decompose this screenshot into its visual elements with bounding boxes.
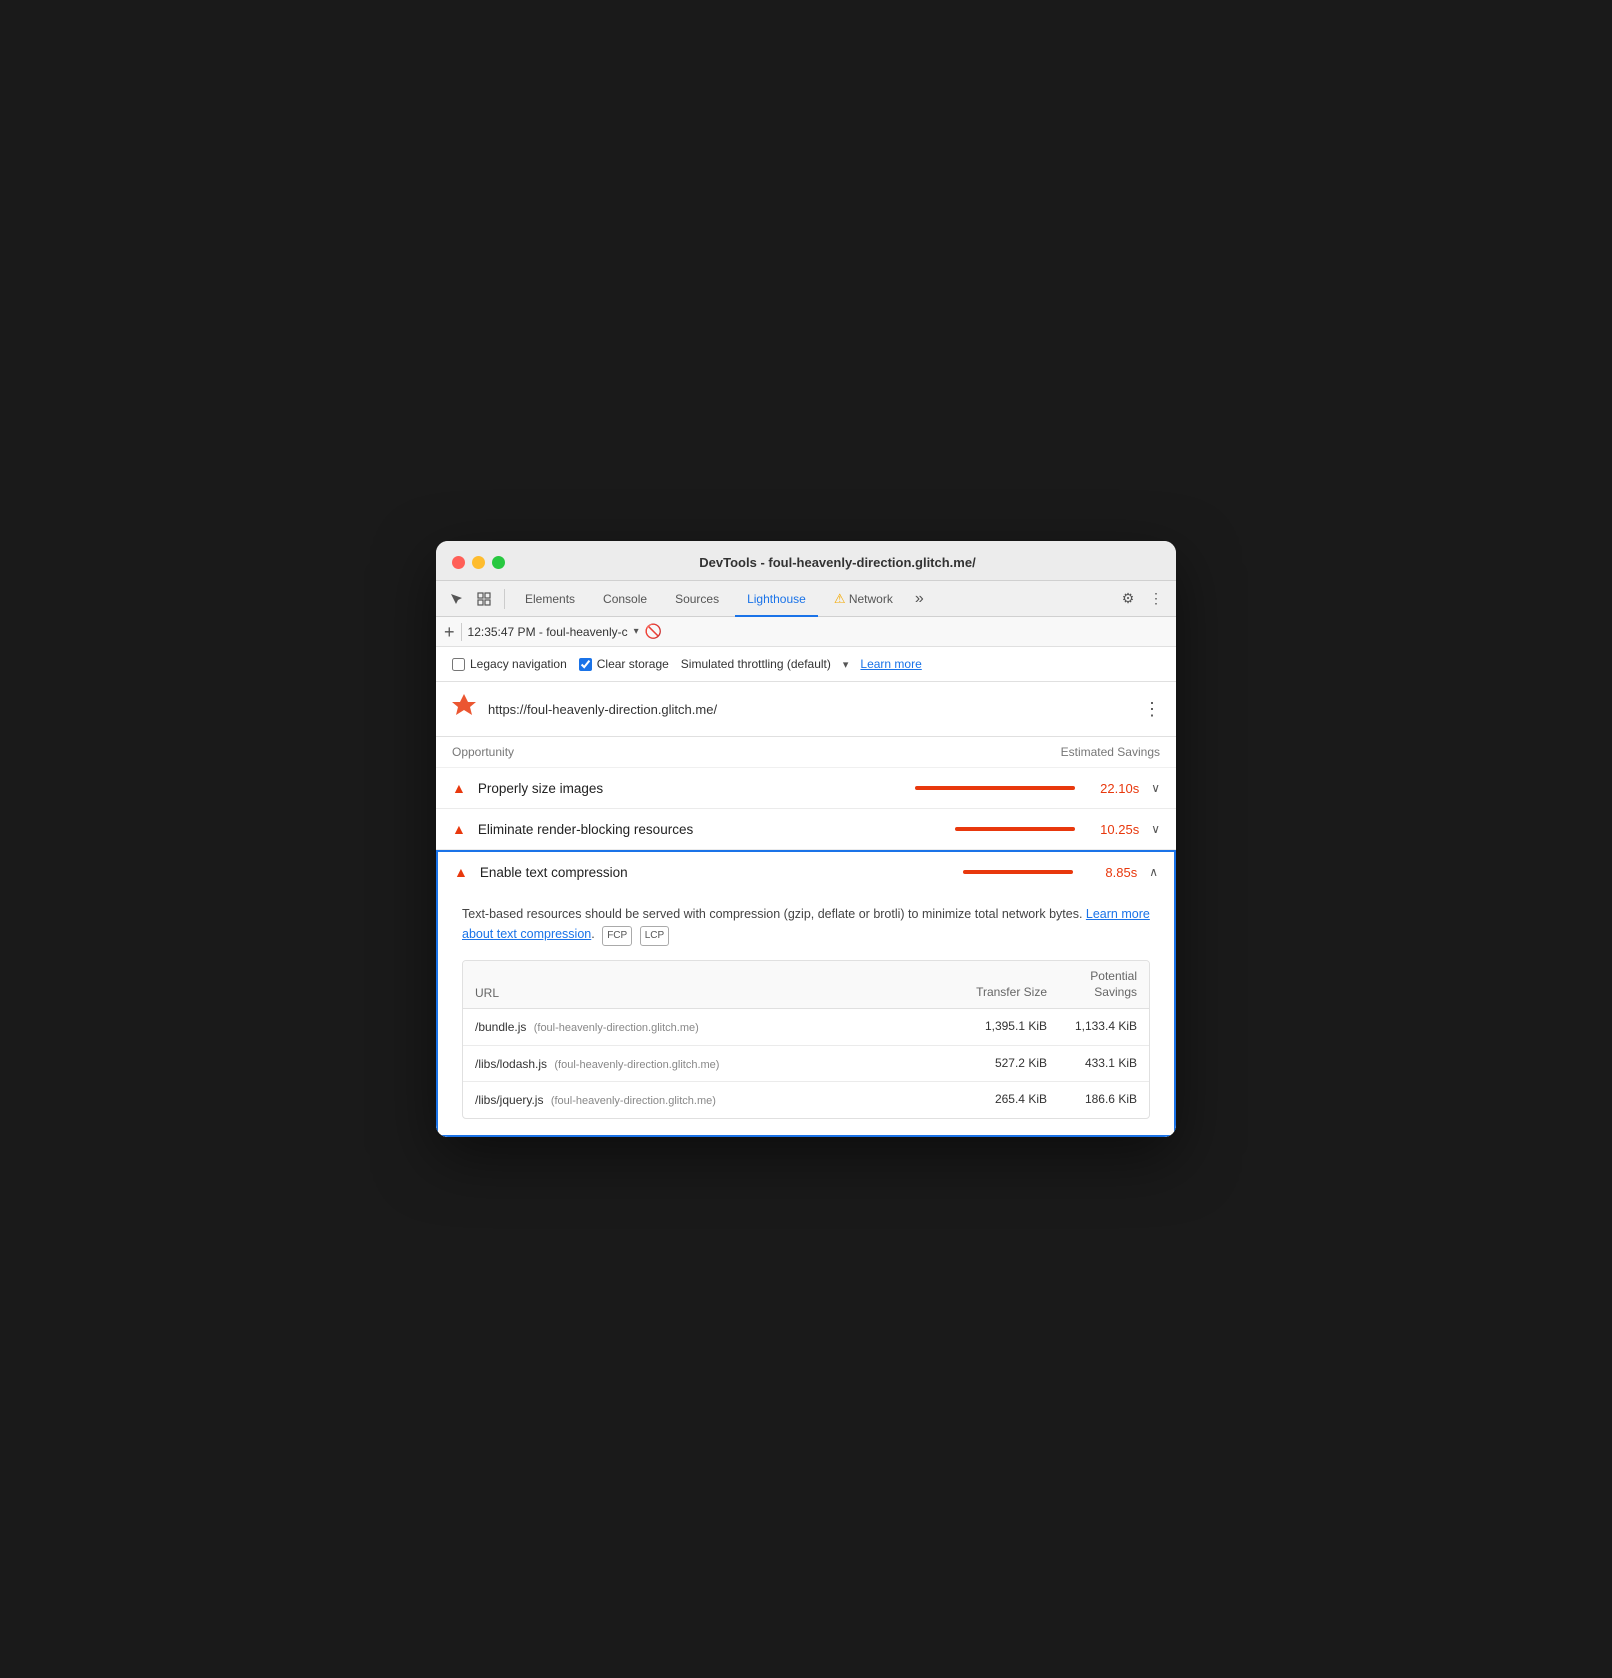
tab-network[interactable]: ⚠ Network — [822, 581, 905, 617]
opportunity-title-size-images: Properly size images — [478, 781, 903, 796]
tab-console[interactable]: Console — [591, 581, 659, 617]
opportunities-header: Opportunity Estimated Savings — [436, 737, 1176, 768]
throttling-dropdown-arrow[interactable]: ▾ — [843, 658, 849, 671]
window-title: DevTools - foul-heavenly-direction.glitc… — [515, 555, 1160, 570]
no-entry-icon[interactable]: 🚫 — [645, 623, 662, 640]
opportunity-row-text-compression[interactable]: ▲ Enable text compression 8.85s ∧ — [436, 850, 1176, 892]
clear-storage-label: Clear storage — [597, 657, 669, 671]
header-opportunity: Opportunity — [452, 745, 514, 759]
fcp-badge: FCP — [602, 926, 632, 946]
toolbar-divider-1 — [504, 589, 505, 609]
savings-bar-size-images — [915, 786, 1075, 790]
resources-table: URL Transfer Size Potential Savings /bun… — [462, 960, 1150, 1119]
col-savings-header: Potential Savings — [1047, 969, 1137, 1000]
row-path-lodash: /libs/lodash.js — [475, 1057, 547, 1071]
learn-more-link[interactable]: Learn more — [860, 657, 921, 671]
traffic-lights — [452, 556, 505, 569]
clear-storage-checkbox[interactable] — [579, 658, 592, 671]
row-transfer-jquery: 265.4 KiB — [957, 1092, 1047, 1108]
savings-value-size-images: 22.10s — [1087, 781, 1139, 796]
row-savings-jquery: 186.6 KiB — [1047, 1092, 1137, 1108]
red-bar-size-images — [915, 786, 1075, 790]
network-warning-icon: ⚠ — [834, 591, 846, 607]
row-transfer-lodash: 527.2 KiB — [957, 1056, 1047, 1072]
cursor-icon[interactable] — [444, 587, 468, 611]
opportunity-row-size-images[interactable]: ▲ Properly size images 22.10s ∨ — [436, 768, 1176, 809]
inspect-icon[interactable] — [472, 587, 496, 611]
minimize-button[interactable] — [472, 556, 485, 569]
lighthouse-toolbar: Legacy navigation Clear storage Simulate… — [436, 647, 1176, 682]
warning-icon-render-blocking: ▲ — [452, 821, 466, 837]
savings-value-text-compression: 8.85s — [1085, 865, 1137, 880]
toolbar-settings: ⚙ ⋮ — [1116, 587, 1168, 611]
row-savings-bundle: 1,133.4 KiB — [1047, 1019, 1137, 1035]
session-dropdown[interactable]: ▾ — [634, 626, 639, 637]
clear-storage-checkbox-container: Clear storage — [579, 657, 669, 671]
maximize-button[interactable] — [492, 556, 505, 569]
table-row: /libs/lodash.js (foul-heavenly-direction… — [463, 1046, 1149, 1083]
tab-sources[interactable]: Sources — [663, 581, 731, 617]
more-tabs-button[interactable]: » — [909, 590, 930, 608]
savings-value-render-blocking: 10.25s — [1087, 822, 1139, 837]
legacy-nav-checkbox[interactable] — [452, 658, 465, 671]
text-compression-expanded: Text-based resources should be served wi… — [436, 892, 1176, 1137]
text-compression-description: Text-based resources should be served wi… — [462, 904, 1150, 946]
table-header: URL Transfer Size Potential Savings — [463, 961, 1149, 1009]
opportunity-row-render-blocking[interactable]: ▲ Eliminate render-blocking resources 10… — [436, 809, 1176, 850]
url-bar: https://foul-heavenly-direction.glitch.m… — [436, 682, 1176, 737]
tab-lighthouse[interactable]: Lighthouse — [735, 581, 818, 617]
title-bar: DevTools - foul-heavenly-direction.glitc… — [436, 541, 1176, 581]
row-host-lodash: (foul-heavenly-direction.glitch.me) — [554, 1059, 719, 1071]
lighthouse-logo-icon — [450, 692, 478, 726]
savings-bar-text-compression — [963, 870, 1073, 874]
chevron-up-icon-text-compression[interactable]: ∧ — [1149, 865, 1158, 879]
opportunity-title-render-blocking: Eliminate render-blocking resources — [478, 822, 943, 837]
col-url-header: URL — [475, 986, 957, 1000]
row-transfer-bundle: 1,395.1 KiB — [957, 1019, 1047, 1035]
devtools-body: Elements Console Sources Lighthouse ⚠ Ne… — [436, 581, 1176, 1137]
warning-icon-size-images: ▲ — [452, 780, 466, 796]
row-url-bundle: /bundle.js (foul-heavenly-direction.glit… — [475, 1020, 957, 1034]
legacy-nav-checkbox-container: Legacy navigation — [452, 657, 567, 671]
opportunity-title-text-compression: Enable text compression — [480, 865, 951, 880]
table-row: /libs/jquery.js (foul-heavenly-direction… — [463, 1082, 1149, 1118]
url-more-button[interactable]: ⋮ — [1143, 699, 1162, 720]
red-bar-render-blocking — [955, 827, 1075, 831]
main-toolbar: Elements Console Sources Lighthouse ⚠ Ne… — [436, 581, 1176, 617]
throttling-label: Simulated throttling (default) — [681, 657, 831, 671]
chevron-down-icon-render-blocking[interactable]: ∨ — [1151, 822, 1160, 836]
row-path-bundle: /bundle.js — [475, 1020, 526, 1034]
tab-elements[interactable]: Elements — [513, 581, 587, 617]
devtools-window: DevTools - foul-heavenly-direction.glitc… — [436, 541, 1176, 1137]
warning-icon-text-compression: ▲ — [454, 864, 468, 880]
header-savings: Estimated Savings — [1061, 745, 1160, 759]
secondary-toolbar: + 12:35:47 PM - foul-heavenly-c ▾ 🚫 — [436, 617, 1176, 647]
row-host-jquery: (foul-heavenly-direction.glitch.me) — [551, 1095, 716, 1107]
col-transfer-header: Transfer Size — [957, 985, 1047, 1001]
more-menu-icon[interactable]: ⋮ — [1144, 587, 1168, 611]
row-host-bundle: (foul-heavenly-direction.glitch.me) — [534, 1022, 699, 1034]
settings-icon[interactable]: ⚙ — [1116, 587, 1140, 611]
row-url-lodash: /libs/lodash.js (foul-heavenly-direction… — [475, 1057, 957, 1071]
row-url-jquery: /libs/jquery.js (foul-heavenly-direction… — [475, 1093, 957, 1107]
row-savings-lodash: 433.1 KiB — [1047, 1056, 1137, 1072]
savings-bar-render-blocking — [955, 827, 1075, 831]
red-bar-text-compression — [963, 870, 1073, 874]
close-button[interactable] — [452, 556, 465, 569]
secondary-divider — [461, 623, 462, 641]
table-row: /bundle.js (foul-heavenly-direction.glit… — [463, 1009, 1149, 1046]
legacy-nav-label: Legacy navigation — [470, 657, 567, 671]
row-path-jquery: /libs/jquery.js — [475, 1093, 543, 1107]
add-session-button[interactable]: + — [444, 623, 455, 641]
page-url: https://foul-heavenly-direction.glitch.m… — [488, 702, 1133, 717]
chevron-down-icon-size-images[interactable]: ∨ — [1151, 781, 1160, 795]
session-label: 12:35:47 PM - foul-heavenly-c — [468, 625, 628, 639]
lcp-badge: LCP — [640, 926, 669, 946]
